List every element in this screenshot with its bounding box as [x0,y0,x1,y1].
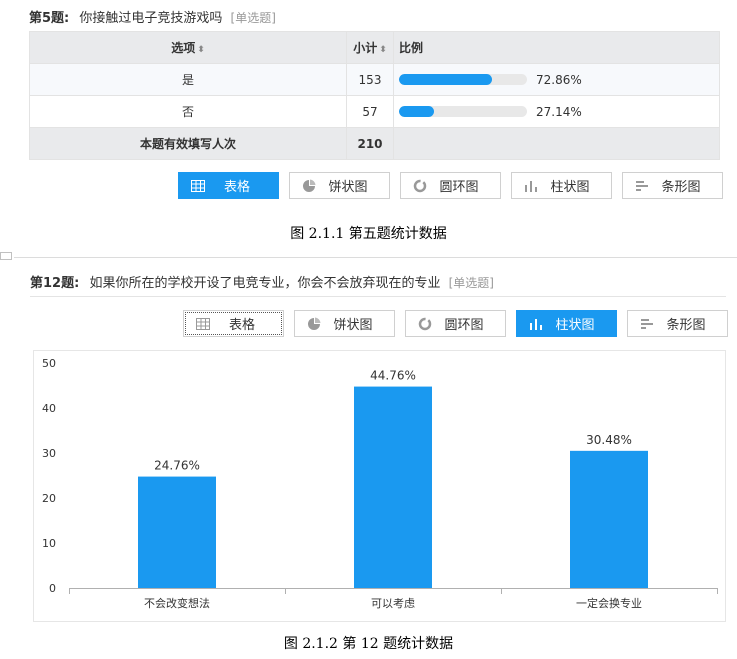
q5-title: 第5题: 你接触过电子竞技游戏吗 [单选题] [29,7,276,26]
view-bar-button[interactable]: 条形图 [627,310,728,337]
header-option[interactable]: 选项 ⬍ [29,31,347,64]
header-option-label: 选项 [171,41,196,55]
sort-icon[interactable]: ⬍ [197,45,205,55]
q5-stats-table: 选项 ⬍ 小计 ⬍ 比例 是 153 72.86% 否 57 27.14% 本题有效… [29,31,720,160]
table-icon [190,178,206,194]
pie-chart-icon [301,178,317,194]
q5-view-switcher: 表格 饼状图 圆环图 柱状图 条形图 [178,172,723,199]
x-tick-label: 一定会换专业 [576,596,642,610]
q12-view-switcher: 表格 饼状图 圆环图 柱状图 条形图 [183,310,728,337]
bar [354,386,432,588]
view-donut-label: 圆环图 [444,318,484,333]
view-table-button[interactable]: 表格 [183,310,284,337]
header-count-label: 小计 [353,41,378,55]
view-pie-button[interactable]: 饼状图 [289,172,390,199]
percent-bar-track [399,74,527,86]
anchor-marker [0,252,12,260]
total-count: 210 [346,127,394,160]
y-tick-label: 40 [42,402,56,415]
percent-bar-fill [399,106,434,118]
x-tick-label: 可以考虑 [371,597,415,610]
chart-canvas: 0 10 20 30 40 50 24.76% 不会改变想法 44.76% 可以考虑 30.48% 一… [42,357,718,610]
bar [138,476,216,588]
bar-chart-icon [639,316,655,332]
data-label: 24.76% [154,459,200,473]
cell-percent: 27.14% [393,95,720,128]
q12-type: [单选题] [448,276,494,290]
view-pie-button[interactable]: 饼状图 [294,310,395,337]
q12-text: 如果你所在的学校开设了电竞专业，你会不会放弃现在的专业 [89,276,441,291]
pie-chart-icon [306,316,322,332]
q5-type: [单选题] [230,11,276,25]
view-donut-label: 圆环图 [439,180,479,195]
q12-title-underline [30,296,726,297]
percent-bar-fill [399,74,493,86]
total-label: 本题有效填写人次 [29,127,347,160]
percent-text: 27.14% [536,104,582,119]
view-donut-button[interactable]: 圆环图 [400,172,501,199]
view-bar-label: 条形图 [661,180,701,195]
view-bar-label: 条形图 [666,318,706,333]
table-row: 是 153 72.86% [29,63,720,96]
q5-number: 第5题: [29,11,70,26]
section-divider [14,257,737,258]
donut-chart-icon [417,316,433,332]
caption-figure-2-1-2: 图 2.1.2 第 12 题统计数据 [283,636,454,652]
view-column-button[interactable]: 柱状图 [511,172,612,199]
header-percent-label: 比例 [399,41,424,55]
view-donut-button[interactable]: 圆环图 [405,310,506,337]
view-table-label: 表格 [223,180,250,195]
cell-count: 153 [346,63,394,96]
y-tick-label: 10 [42,537,56,550]
data-label: 30.48% [586,433,632,447]
column-chart-icon [523,178,539,194]
q12-column-chart: 0 10 20 30 40 50 24.76% 不会改变想法 44.76% 可以考虑 30.48% 一… [33,350,726,622]
q12-title: 第12题: 如果你所在的学校开设了电竞专业，你会不会放弃现在的专业 [单选题] [30,272,494,291]
percent-text: 72.86% [536,72,582,87]
view-table-label: 表格 [228,318,255,333]
table-header-row: 选项 ⬍ 小计 ⬍ 比例 [29,31,720,64]
bar [570,450,648,588]
y-tick-label: 0 [49,582,56,595]
x-tick-label: 不会改变想法 [144,596,210,610]
q12-number: 第12题: [30,276,80,291]
y-tick-label: 30 [42,447,56,460]
view-pie-label: 饼状图 [333,318,373,333]
y-tick-label: 20 [42,492,56,505]
y-tick-label: 50 [42,357,56,370]
header-count[interactable]: 小计 ⬍ [346,31,394,64]
table-icon [195,316,211,332]
view-column-button[interactable]: 柱状图 [516,310,617,337]
column-chart-icon [528,316,544,332]
table-total-row: 本题有效填写人次 210 [29,127,720,160]
percent-bar-track [399,106,527,118]
sort-icon[interactable]: ⬍ [379,45,387,55]
header-percent: 比例 [393,31,720,64]
view-column-label: 柱状图 [550,180,590,195]
total-empty [393,127,720,160]
data-label: 44.76% [370,369,416,383]
cell-count: 57 [346,95,394,128]
view-table-button[interactable]: 表格 [178,172,279,199]
view-column-label: 柱状图 [555,318,595,333]
cell-percent: 72.86% [393,63,720,96]
caption-figure-2-1-1: 图 2.1.1 第五题统计数据 [290,226,447,242]
donut-chart-icon [412,178,428,194]
q5-text: 你接触过电子竞技游戏吗 [79,11,223,26]
cell-option: 否 [29,95,347,128]
cell-option: 是 [29,63,347,96]
bar-chart-icon [634,178,650,194]
table-row: 否 57 27.14% [29,95,720,128]
view-bar-button[interactable]: 条形图 [622,172,723,199]
view-pie-label: 饼状图 [328,180,368,195]
